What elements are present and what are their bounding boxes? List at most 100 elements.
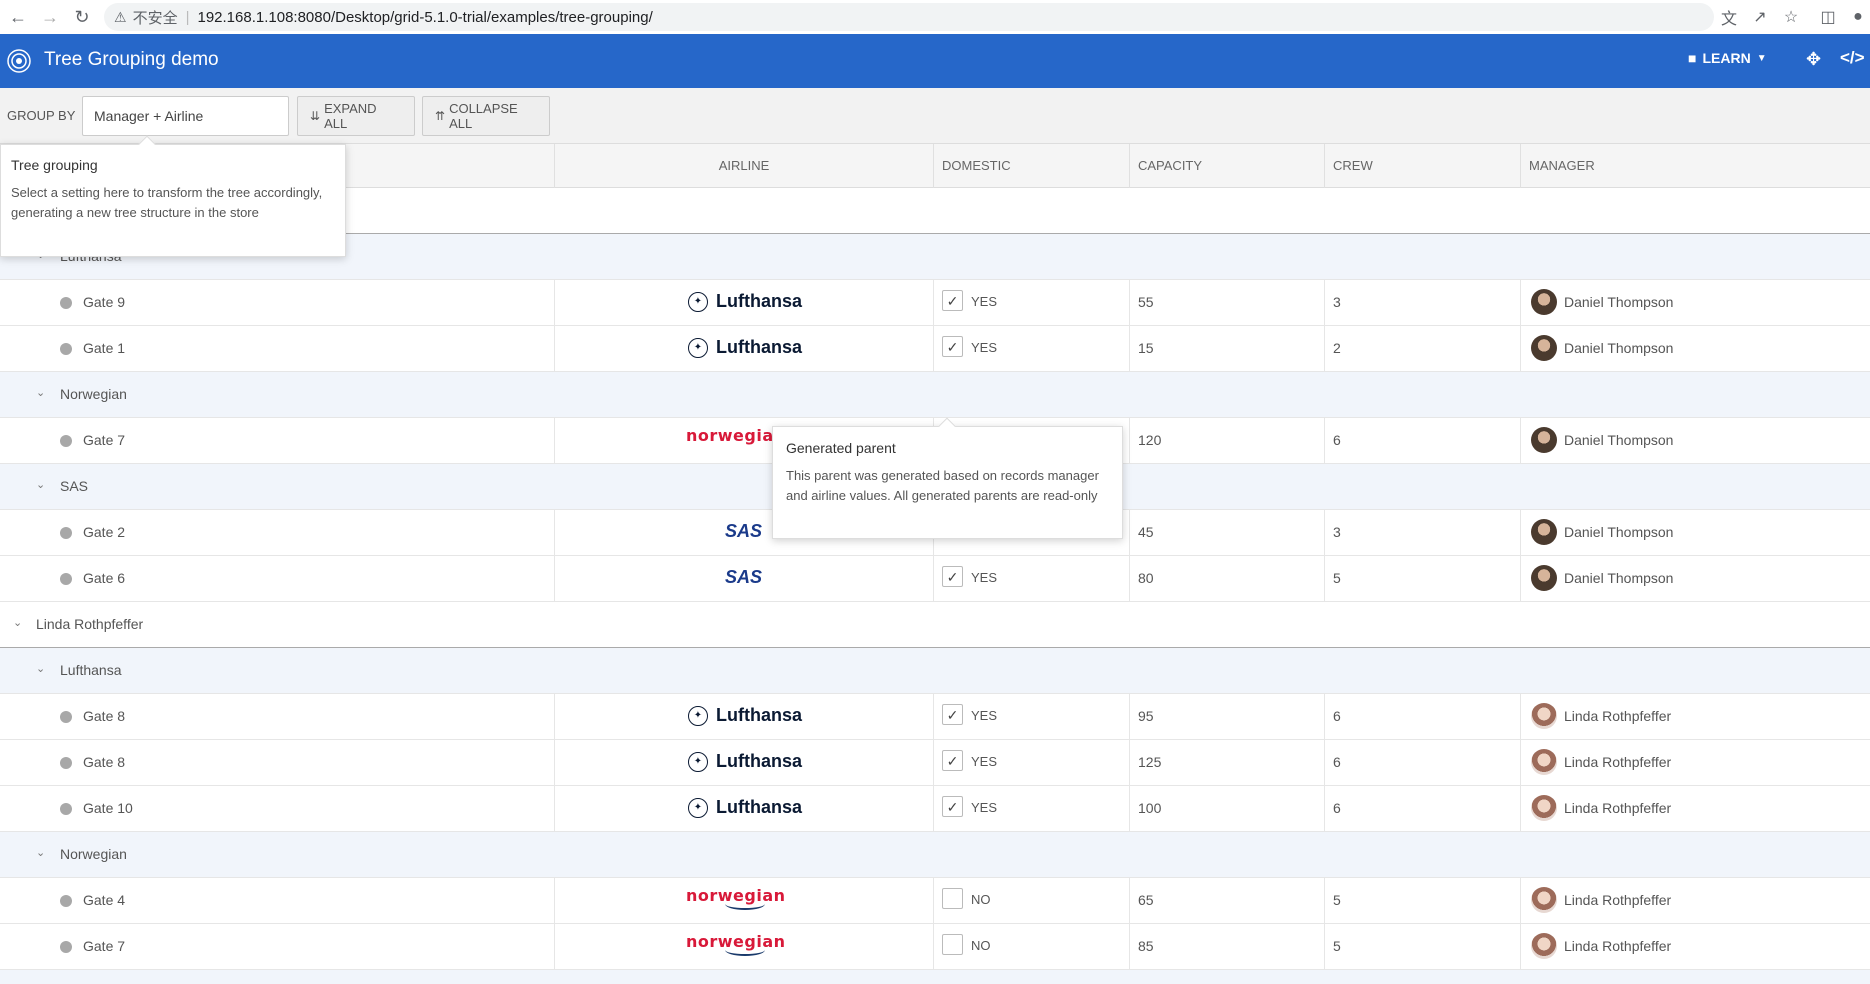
column-header-capacity[interactable]: CAPACITY (1129, 144, 1324, 188)
manager-cell[interactable]: Daniel Thompson (1520, 510, 1870, 555)
domestic-cell[interactable]: ✓ YES (933, 326, 1129, 371)
crew-value: 2 (1333, 340, 1341, 356)
table-row[interactable]: Gate 4 norwegian NO 65 5 Linda Rothpfeff… (0, 878, 1870, 924)
side-panel-icon[interactable]: ◫ (1816, 5, 1840, 29)
capacity-cell[interactable]: 85 (1129, 924, 1324, 969)
collapse-all-button[interactable]: ⇈ COLLAPSE ALL (422, 96, 550, 136)
checkbox-checked-icon[interactable]: ✓ (942, 704, 963, 725)
checkbox-unchecked-icon[interactable] (942, 888, 963, 909)
chevron-down-icon[interactable]: ⌄ (36, 662, 45, 675)
crew-cell[interactable]: 6 (1324, 418, 1520, 463)
table-row[interactable]: Gate 6 SAS ✓ YES 80 5 Daniel Thompson (0, 556, 1870, 602)
table-row[interactable]: Gate 9 ✦ Lufthansa ✓ YES 55 3 Daniel Thom… (0, 280, 1870, 326)
crew-cell[interactable]: 2 (1324, 326, 1520, 371)
crew-cell[interactable]: 5 (1324, 924, 1520, 969)
insecure-label: 不安全 (132, 9, 178, 27)
capacity-cell[interactable]: 95 (1129, 694, 1324, 739)
manager-cell[interactable]: Daniel Thompson (1520, 280, 1870, 325)
crew-cell[interactable]: 6 (1324, 740, 1520, 785)
gate-name: Gate 8 (83, 708, 126, 724)
capacity-value: 15 (1138, 340, 1154, 356)
learn-button[interactable]: ■ LEARN ▼ (1688, 50, 1767, 66)
table-row[interactable]: Gate 10 ✦ Lufthansa ✓ YES 100 6 Linda Rot… (0, 786, 1870, 832)
crew-cell[interactable]: 5 (1324, 556, 1520, 601)
chevron-down-icon[interactable]: ⌄ (36, 386, 45, 399)
checkbox-unchecked-icon[interactable] (942, 934, 963, 955)
capacity-cell[interactable]: 45 (1129, 510, 1324, 555)
manager-name: Daniel Thompson (1564, 294, 1674, 310)
expand-all-button[interactable]: ⇊ EXPAND ALL (297, 96, 415, 136)
manager-cell[interactable]: Linda Rothpfeffer (1520, 786, 1870, 831)
domestic-value: YES (971, 754, 998, 769)
airline-group-row[interactable]: ⌄ Norwegian (0, 832, 1870, 878)
column-header-crew[interactable]: CREW (1324, 144, 1520, 188)
domestic-cell[interactable]: ✓ YES (933, 740, 1129, 785)
checkbox-checked-icon[interactable]: ✓ (942, 290, 963, 311)
domestic-cell[interactable]: ✓ YES (933, 280, 1129, 325)
domestic-cell[interactable]: ✓ YES (933, 786, 1129, 831)
move-icon[interactable]: ✥ (1806, 49, 1821, 70)
manager-name: Daniel Thompson (1564, 340, 1674, 356)
crew-cell[interactable]: 3 (1324, 510, 1520, 555)
manager-cell[interactable]: Linda Rothpfeffer (1520, 924, 1870, 969)
table-row[interactable]: Gate 7 norwegian NO 85 5 Linda Rothpfeff… (0, 924, 1870, 970)
capacity-cell[interactable]: 125 (1129, 740, 1324, 785)
forward-icon[interactable]: → (36, 3, 64, 31)
capacity-cell[interactable]: 65 (1129, 878, 1324, 923)
column-header-domestic[interactable]: DOMESTIC (933, 144, 1129, 188)
airline-group-row[interactable]: ⌄ Norwegian (0, 372, 1870, 418)
reload-icon[interactable]: ↻ (68, 3, 96, 31)
checkbox-checked-icon[interactable]: ✓ (942, 796, 963, 817)
manager-cell[interactable]: Linda Rothpfeffer (1520, 740, 1870, 785)
tooltip-title: Tree grouping (11, 157, 98, 173)
manager-cell[interactable]: Linda Rothpfeffer (1520, 694, 1870, 739)
airline-group-row[interactable]: ⌄ Lufthansa (0, 648, 1870, 694)
checkbox-checked-icon[interactable]: ✓ (942, 566, 963, 587)
address-bar[interactable]: ⚠ 不安全 | 192.168.1.108:8080/Desktop/grid-… (104, 3, 1714, 31)
partial-row (0, 970, 1870, 984)
table-row[interactable]: Gate 1 ✦ Lufthansa ✓ YES 15 2 Daniel Thom… (0, 326, 1870, 372)
share-icon[interactable]: ↗ (1748, 5, 1772, 29)
capacity-cell[interactable]: 55 (1129, 280, 1324, 325)
code-icon[interactable]: </> (1840, 48, 1865, 68)
chevron-down-icon[interactable]: ⌄ (36, 846, 45, 859)
app-header: Tree Grouping demo ■ LEARN ▼ ✥ </> (0, 34, 1870, 88)
table-row[interactable]: Gate 8 ✦ Lufthansa ✓ YES 95 6 Linda Rothp… (0, 694, 1870, 740)
manager-cell[interactable]: Linda Rothpfeffer (1520, 878, 1870, 923)
capacity-cell[interactable]: 120 (1129, 418, 1324, 463)
manager-cell[interactable]: Daniel Thompson (1520, 326, 1870, 371)
checkbox-checked-icon[interactable]: ✓ (942, 336, 963, 357)
domestic-cell[interactable]: ✓ YES (933, 694, 1129, 739)
capacity-cell[interactable]: 80 (1129, 556, 1324, 601)
column-header-airline[interactable]: AIRLINE (554, 144, 933, 188)
group-name: SAS (60, 478, 89, 494)
bookmark-star-icon[interactable]: ☆ (1779, 5, 1803, 29)
crew-cell[interactable]: 6 (1324, 694, 1520, 739)
gate-name: Gate 8 (83, 754, 126, 770)
back-icon[interactable]: ← (4, 3, 32, 31)
capacity-cell[interactable]: 15 (1129, 326, 1324, 371)
column-header-manager[interactable]: MANAGER (1520, 144, 1870, 188)
domestic-value: YES (971, 570, 998, 585)
crew-value: 6 (1333, 432, 1341, 448)
checkbox-checked-icon[interactable]: ✓ (942, 750, 963, 771)
domestic-cell[interactable]: ✓ YES (933, 556, 1129, 601)
domestic-cell[interactable]: NO (933, 924, 1129, 969)
capacity-cell[interactable]: 100 (1129, 786, 1324, 831)
generated-parent-tooltip: Generated parent This parent was generat… (772, 417, 1123, 539)
gate-name: Gate 1 (83, 340, 126, 356)
chevron-down-icon[interactable]: ⌄ (13, 616, 22, 629)
manager-cell[interactable]: Daniel Thompson (1520, 418, 1870, 463)
table-row[interactable]: Gate 8 ✦ Lufthansa ✓ YES 125 6 Linda Roth… (0, 740, 1870, 786)
manager-cell[interactable]: Daniel Thompson (1520, 556, 1870, 601)
translate-icon[interactable]: 文 (1717, 5, 1741, 29)
crew-cell[interactable]: 3 (1324, 280, 1520, 325)
domestic-cell[interactable]: NO (933, 878, 1129, 923)
crew-cell[interactable]: 5 (1324, 878, 1520, 923)
group-by-combo[interactable]: Manager + Airline ✕ ▼ (82, 96, 360, 136)
crew-cell[interactable]: 6 (1324, 786, 1520, 831)
chevron-down-icon[interactable]: ⌄ (36, 478, 45, 491)
manager-group-row[interactable]: ⌄ Linda Rothpfeffer (0, 602, 1870, 648)
airline-name: Lufthansa (716, 291, 803, 311)
profile-icon[interactable]: ● (1846, 5, 1870, 29)
